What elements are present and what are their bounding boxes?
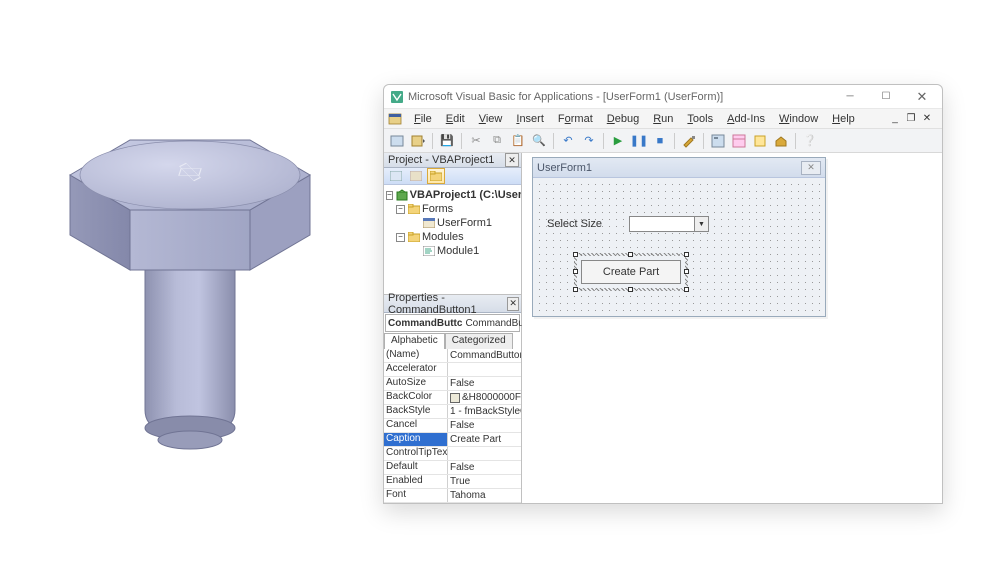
userform-designer[interactable]: UserForm1 ✕ Select Size ▼	[532, 157, 826, 317]
properties-panel-title: Properties - CommandButton1	[388, 292, 507, 316]
redo-icon[interactable]: ↷	[580, 132, 598, 150]
undo-icon[interactable]: ↶	[559, 132, 577, 150]
properties-object-selector[interactable]: CommandButtc CommandButton ⌄	[385, 314, 520, 332]
properties-panel-header: Properties - CommandButton1 ✕	[384, 295, 521, 313]
app-icon	[390, 90, 404, 104]
project-explorer-icon[interactable]	[709, 132, 727, 150]
mdi-minimize-button[interactable]: _	[888, 113, 902, 124]
size-combobox[interactable]: ▼	[629, 216, 709, 232]
form-designer-area[interactable]: UserForm1 ✕ Select Size ▼	[522, 153, 942, 503]
view-code-icon[interactable]	[388, 132, 406, 150]
vba-ide-window: Microsoft Visual Basic for Applications …	[383, 84, 943, 504]
menu-debug[interactable]: Debug	[601, 111, 645, 127]
menu-window[interactable]: Window	[773, 111, 824, 127]
property-row[interactable]: CaptionCreate Part	[384, 433, 521, 447]
minimize-button[interactable]: ─	[832, 86, 868, 108]
userform-title-text: UserForm1	[537, 162, 592, 174]
menu-format[interactable]: Format	[552, 111, 599, 127]
menu-addins[interactable]: Add-Ins	[721, 111, 771, 127]
property-row[interactable]: DefaultFalse	[384, 461, 521, 475]
tab-alphabetic[interactable]: Alphabetic	[384, 333, 445, 349]
property-row[interactable]: CancelFalse	[384, 419, 521, 433]
property-row[interactable]: AutoSizeFalse	[384, 377, 521, 391]
property-row[interactable]: BackColor&H8000000F	[384, 391, 521, 405]
tree-userform1[interactable]: UserForm1	[386, 216, 519, 230]
bolt-3d-illustration	[30, 80, 350, 480]
help-icon[interactable]: ❔	[801, 132, 819, 150]
paste-icon[interactable]: 📋	[509, 132, 527, 150]
project-panel-close-icon[interactable]: ✕	[505, 153, 519, 167]
view-object-button[interactable]	[407, 168, 425, 184]
userform-body[interactable]: Select Size ▼	[533, 178, 825, 316]
tab-categorized[interactable]: Categorized	[445, 333, 513, 349]
create-part-button[interactable]: Create Part	[581, 260, 681, 284]
design-mode-icon[interactable]	[680, 132, 698, 150]
insert-dropdown-icon[interactable]	[409, 132, 427, 150]
run-icon[interactable]: ▶	[609, 132, 627, 150]
tree-modules-folder[interactable]: − Modules	[386, 230, 519, 244]
tree-forms-folder[interactable]: − Forms	[386, 202, 519, 216]
titlebar-text: Microsoft Visual Basic for Applications …	[408, 91, 832, 103]
toolbox-icon[interactable]	[772, 132, 790, 150]
cut-icon[interactable]: ✂	[467, 132, 485, 150]
userform-close-icon[interactable]: ✕	[801, 161, 821, 175]
menubar: File Edit View Insert Format Debug Run T…	[384, 109, 942, 129]
menu-edit[interactable]: Edit	[440, 111, 471, 127]
tree-project-root[interactable]: − VBAProject1 (C:\Users\slda	[386, 188, 519, 202]
find-icon[interactable]: 🔍	[530, 132, 548, 150]
break-icon[interactable]: ❚❚	[630, 132, 648, 150]
copy-icon[interactable]: ⧉	[488, 132, 506, 150]
property-row[interactable]: Accelerator	[384, 363, 521, 377]
titlebar: Microsoft Visual Basic for Applications …	[384, 85, 942, 109]
mdi-restore-button[interactable]: ❐	[904, 113, 918, 124]
properties-panel-close-icon[interactable]: ✕	[507, 297, 519, 311]
close-button[interactable]: ✕	[904, 86, 940, 108]
menu-help[interactable]: Help	[826, 111, 861, 127]
menu-tools[interactable]: Tools	[681, 111, 719, 127]
property-row[interactable]: EnabledTrue	[384, 475, 521, 489]
property-row[interactable]: ControlTipText	[384, 447, 521, 461]
chevron-down-icon: ▼	[694, 217, 708, 231]
project-panel-header: Project - VBAProject1 ✕	[384, 153, 521, 168]
property-row[interactable]: BackStyle1 - fmBackStyleO	[384, 405, 521, 419]
view-code-button[interactable]	[387, 168, 405, 184]
form-icon	[388, 112, 402, 126]
toolbar: 💾 ✂ ⧉ 📋 🔍 ↶ ↷ ▶ ❚❚ ■ ❔	[384, 129, 942, 153]
property-row[interactable]: FontTahoma	[384, 489, 521, 503]
menu-view[interactable]: View	[473, 111, 509, 127]
object-browser-icon[interactable]	[751, 132, 769, 150]
properties-tabs: Alphabetic Categorized	[384, 333, 521, 349]
project-tree[interactable]: − VBAProject1 (C:\Users\slda − Forms Use…	[384, 185, 521, 295]
menu-insert[interactable]: Insert	[510, 111, 550, 127]
menu-run[interactable]: Run	[647, 111, 679, 127]
properties-icon[interactable]	[730, 132, 748, 150]
userform-titlebar: UserForm1 ✕	[533, 158, 825, 178]
maximize-button[interactable]: ☐	[868, 86, 904, 108]
select-size-label: Select Size	[547, 218, 602, 230]
project-panel-title: Project - VBAProject1	[388, 154, 494, 166]
mdi-close-button[interactable]: ✕	[920, 113, 934, 124]
project-toolbar	[384, 168, 521, 185]
property-row[interactable]: (Name)CommandButton	[384, 349, 521, 363]
properties-grid[interactable]: (Name)CommandButtonAcceleratorAutoSizeFa…	[384, 349, 521, 503]
tree-module1[interactable]: Module1	[386, 244, 519, 258]
save-icon[interactable]: 💾	[438, 132, 456, 150]
reset-icon[interactable]: ■	[651, 132, 669, 150]
menu-file[interactable]: File	[408, 111, 438, 127]
toggle-folders-button[interactable]	[427, 168, 445, 184]
